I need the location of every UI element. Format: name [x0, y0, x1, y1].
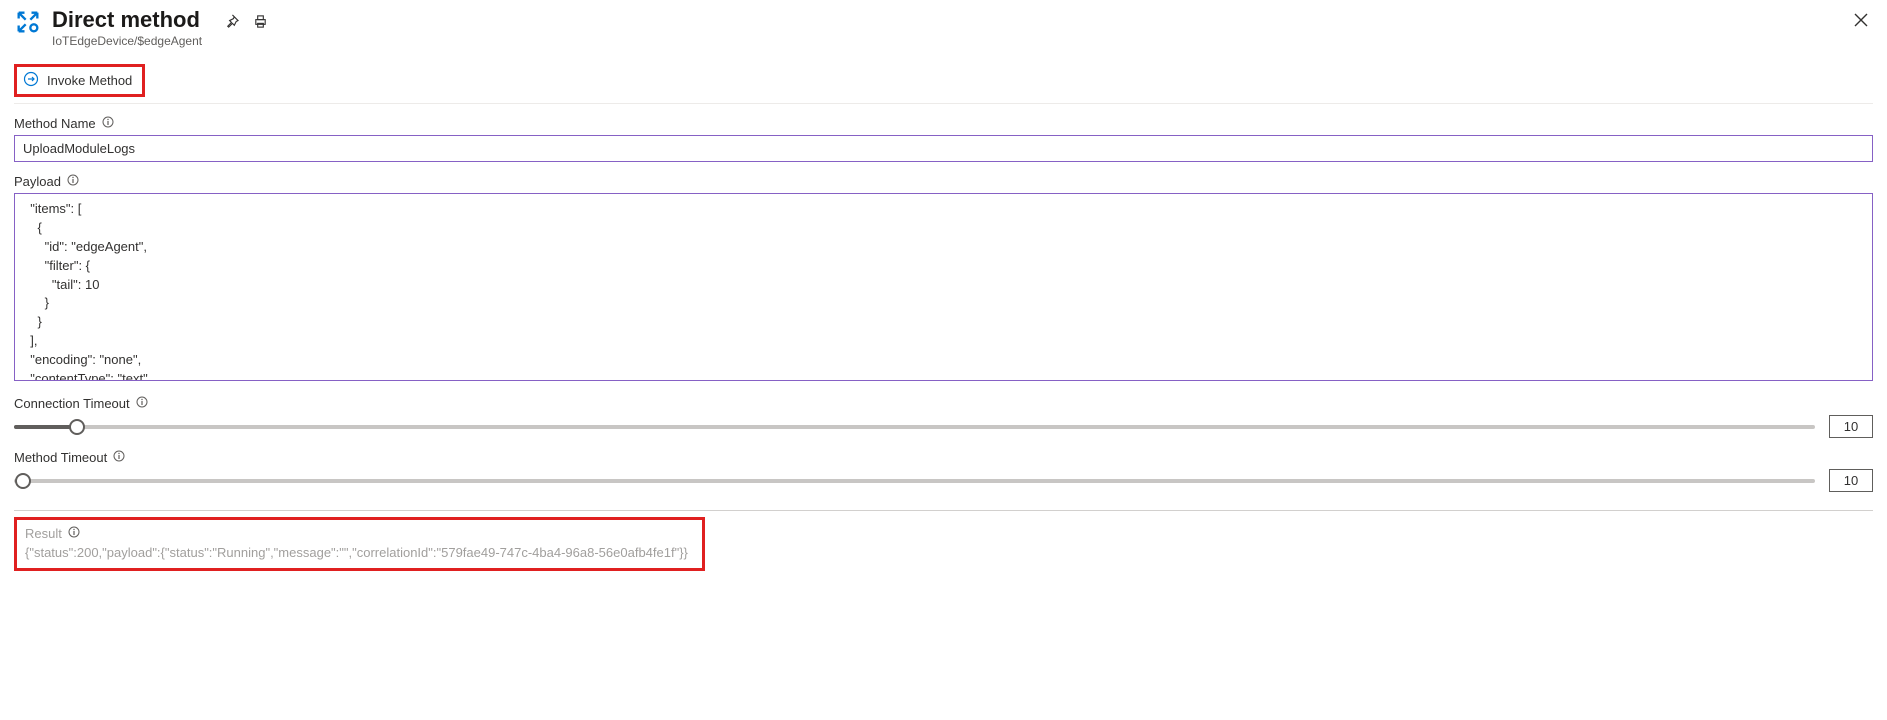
connection-timeout-label: Connection Timeout: [14, 396, 130, 411]
print-icon[interactable]: [253, 14, 268, 29]
method-name-label: Method Name: [14, 116, 96, 131]
info-icon[interactable]: [102, 116, 114, 131]
info-icon[interactable]: [113, 450, 125, 465]
header: Direct method IoTEdgeDevice/$edgeAgent: [14, 8, 1873, 48]
payload-input[interactable]: [14, 193, 1873, 381]
connection-timeout-slider[interactable]: [14, 418, 1815, 436]
connection-timeout-value[interactable]: 10: [1829, 415, 1873, 438]
invoke-arrow-icon: [23, 71, 39, 90]
method-timeout-label: Method Timeout: [14, 450, 107, 465]
method-timeout-slider[interactable]: [14, 472, 1815, 490]
toolbar: Invoke Method: [14, 64, 1873, 104]
invoke-method-button[interactable]: Invoke Method: [14, 64, 145, 97]
invoke-method-label: Invoke Method: [47, 73, 132, 88]
result-label: Result: [25, 526, 62, 541]
info-icon[interactable]: [67, 174, 79, 189]
result-text: {"status":200,"payload":{"status":"Runni…: [25, 545, 688, 560]
breadcrumb: IoTEdgeDevice/$edgeAgent: [52, 34, 202, 48]
payload-label: Payload: [14, 174, 61, 189]
result-block: Result {"status":200,"payload":{"status"…: [14, 517, 705, 571]
resource-icon: [14, 8, 42, 39]
method-timeout-value[interactable]: 10: [1829, 469, 1873, 492]
pin-icon[interactable]: [224, 14, 239, 29]
page-title: Direct method: [52, 8, 202, 32]
close-icon[interactable]: [1853, 12, 1869, 28]
info-icon[interactable]: [68, 526, 80, 541]
method-name-input[interactable]: [14, 135, 1873, 162]
info-icon[interactable]: [136, 396, 148, 411]
